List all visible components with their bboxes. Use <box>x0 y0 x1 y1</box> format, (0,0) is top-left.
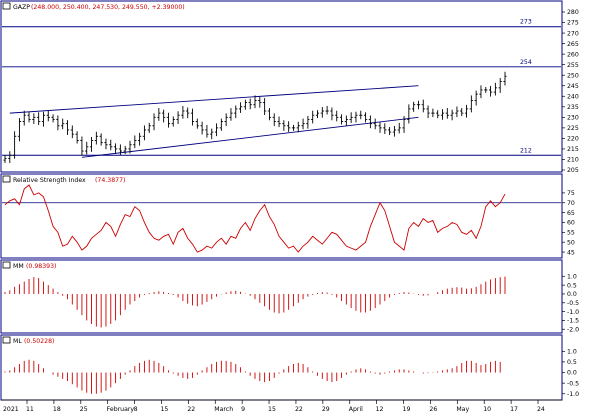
y-tick-label: -1.0 <box>567 391 579 398</box>
y-tick-label: 235 <box>567 104 579 111</box>
x-year-label: 2021 <box>3 406 19 413</box>
x-tick-label: 24 <box>537 406 545 413</box>
x-tick-label: 22 <box>187 406 195 413</box>
price-readout: (248.000, 250.400, 247.530, 249.550, +2.… <box>31 4 185 11</box>
rsi-title: Relative Strength Index <box>13 177 86 184</box>
y-tick-label: 0.5 <box>567 359 577 366</box>
x-tick-label: 8 <box>134 406 138 413</box>
y-tick-label: -0.5 <box>567 380 579 387</box>
mm-readout: (0.98393) <box>26 263 56 270</box>
level-label: 273 <box>520 19 532 26</box>
mm-title: MM <box>13 263 24 270</box>
x-tick-label: April <box>349 406 363 413</box>
rsi-readout: (74.3877) <box>95 177 125 184</box>
y-tick-label: 65 <box>567 210 575 217</box>
y-tick-label: 250 <box>567 72 579 79</box>
price-header: GAZP (248.000, 250.400, 247.530, 249.550… <box>2 2 185 11</box>
rsi-header: Relative Strength Index (74.3877) <box>2 175 125 184</box>
level-label: 254 <box>520 59 532 66</box>
chart-canvas[interactable]: 273254212 205210215220225230235240245250… <box>0 0 590 414</box>
y-tick-label: 260 <box>567 51 579 58</box>
y-tick-label: -2.0 <box>567 326 579 333</box>
y-tick-label: 55 <box>567 230 575 237</box>
x-tick-label: 11 <box>26 406 34 413</box>
x-tick-label: 15 <box>160 406 168 413</box>
y-tick-label: 45 <box>567 249 575 256</box>
y-tick-label: 1.0 <box>567 349 577 356</box>
y-tick-label: 255 <box>567 62 579 69</box>
y-tick-label: 265 <box>567 41 579 48</box>
chart-window: 273 254 212 205 210 215 220 225 230 235 240 245 250… <box>0 0 590 414</box>
y-tick-label: 220 <box>567 136 579 143</box>
price-ticker: GAZP <box>13 4 30 11</box>
y-tick-label: 245 <box>567 83 579 90</box>
level-label: 212 <box>520 147 532 154</box>
y-tick-label: 230 <box>567 115 579 122</box>
y-tick-label: 60 <box>567 220 575 227</box>
y-tick-label: 240 <box>567 93 579 100</box>
y-tick-label: 215 <box>567 146 579 153</box>
x-tick-label: 9 <box>241 406 245 413</box>
x-tick-label: 17 <box>510 406 518 413</box>
y-tick-label: 0.0 <box>567 291 577 298</box>
y-tick-label: 0.5 <box>567 282 577 289</box>
ml-readout: (0.50228) <box>24 338 54 345</box>
x-tick-label: 26 <box>429 406 437 413</box>
y-tick-label: 75 <box>567 190 575 197</box>
ml-title: ML <box>13 338 22 345</box>
x-tick-label: May <box>456 406 469 413</box>
rsi-panel[interactable] <box>0 173 563 259</box>
y-tick-label: 225 <box>567 125 579 132</box>
x-tick-label: 12 <box>376 406 384 413</box>
panel-menu-icon[interactable] <box>2 261 11 269</box>
y-tick-label: 270 <box>567 30 579 37</box>
y-tick-label: 50 <box>567 239 575 246</box>
x-tick-label: 15 <box>268 406 276 413</box>
panel-menu-icon[interactable] <box>2 2 11 10</box>
y-tick-label: 210 <box>567 157 579 164</box>
x-tick-label: 25 <box>80 406 88 413</box>
y-tick-label: 70 <box>567 200 575 207</box>
x-tick-label: March <box>214 406 233 413</box>
x-tick-label: 29 <box>322 406 330 413</box>
y-tick-label: 275 <box>567 20 579 27</box>
y-tick-label: -1.5 <box>567 318 579 325</box>
x-tick-label: February <box>107 406 135 413</box>
y-tick-label: 205 <box>567 167 579 174</box>
x-tick-label: 19 <box>403 406 411 413</box>
y-axes: 205 210 215 220 225 230 235 240 245 250 255 260 265 2… <box>562 9 579 398</box>
y-tick-label: 280 <box>567 9 579 16</box>
x-tick-label: 22 <box>295 406 303 413</box>
y-tick-label: -0.5 <box>567 300 579 307</box>
x-tick-label: 18 <box>53 406 61 413</box>
y-tick-label: 0.0 <box>567 370 577 377</box>
y-tick-label: 1.0 <box>567 273 577 280</box>
x-axis: 11 18 25 February 8 15 22 March 9 15 22 29 April 12 19… <box>1 399 562 413</box>
x-tick-label: 10 <box>483 406 491 413</box>
ml-panel[interactable] <box>0 334 563 401</box>
mm-panel[interactable] <box>0 259 563 334</box>
y-tick-label: -1.0 <box>567 309 579 316</box>
panel-menu-icon[interactable] <box>2 175 11 183</box>
panel-menu-icon[interactable] <box>2 336 11 344</box>
